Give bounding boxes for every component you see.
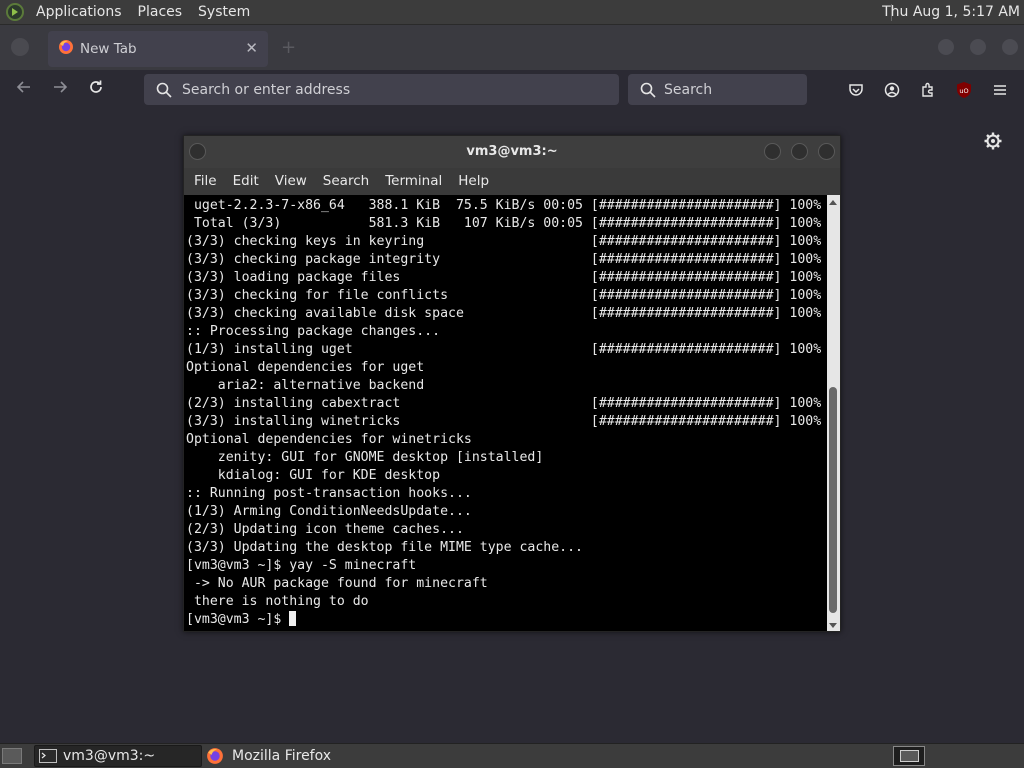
reload-icon[interactable]: [85, 79, 107, 101]
menu-search[interactable]: Search: [313, 173, 369, 189]
close-tab-icon[interactable]: ✕: [245, 39, 258, 57]
menu-edit[interactable]: Edit: [223, 173, 259, 189]
taskbar-item-firefox[interactable]: Mozilla Firefox: [204, 745, 384, 767]
terminal-line: Total (3/3) 581.3 KiB 107 KiB/s 00:05 [#…: [193, 216, 822, 231]
customize-new-tab-gear-icon[interactable]: [983, 131, 1003, 151]
terminal-icon: [39, 749, 57, 763]
address-placeholder: Search or enter address: [182, 81, 351, 98]
close-icon[interactable]: [818, 143, 835, 160]
search-icon: [640, 82, 656, 98]
terminal-line: -> No AUR package found for minecraft: [193, 576, 488, 591]
terminal-line: Optional dependencies for uget: [186, 360, 425, 375]
mate-logo-icon[interactable]: [6, 3, 24, 21]
scroll-up-arrow-icon[interactable]: [829, 200, 837, 205]
output-lines: uget-2.2.3-7-x86_64 388.1 KiB 75.5 KiB/s…: [186, 198, 821, 609]
menu-file[interactable]: File: [184, 173, 217, 189]
taskbar-item-terminal[interactable]: vm3@vm3:~: [34, 745, 202, 767]
terminal-line: :: Processing package changes...: [186, 324, 441, 339]
terminal-line: (1/3) Arming ConditionNeedsUpdate...: [186, 504, 472, 519]
show-desktop-icon[interactable]: [2, 748, 22, 764]
terminal-line: :: Running post-transaction hooks...: [186, 486, 472, 501]
menu-terminal[interactable]: Terminal: [375, 173, 442, 189]
terminal-line: (3/3) checking available disk space [###…: [186, 306, 822, 321]
terminal-line: (3/3) loading package files [###########…: [186, 270, 822, 285]
browser-tab-strip: New Tab ✕ +: [0, 25, 1024, 70]
hamburger-menu-icon[interactable]: [990, 80, 1010, 100]
svg-text:uO: uO: [959, 87, 968, 95]
terminal-line: Optional dependencies for winetricks: [186, 432, 472, 447]
extensions-icon[interactable]: [918, 80, 938, 100]
terminal-window[interactable]: vm3@vm3:~ File Edit View Search Terminal…: [183, 135, 841, 632]
panel-menu: Applications Places System: [0, 0, 258, 25]
scroll-down-arrow-icon[interactable]: [829, 623, 837, 628]
terminal-line: kdialog: GUI for KDE desktop: [217, 468, 441, 483]
search-icon: [156, 82, 172, 98]
forward-icon[interactable]: [49, 79, 71, 101]
window-menu-icon[interactable]: [189, 143, 206, 160]
tab-list-icon[interactable]: [11, 38, 29, 56]
workspace-1[interactable]: [900, 750, 919, 762]
scroll-thumb[interactable]: [829, 387, 837, 613]
system-menu[interactable]: System: [190, 4, 258, 20]
terminal-line: (2/3) installing cabextract [###########…: [186, 396, 822, 411]
search-placeholder: Search: [664, 81, 713, 98]
firefox-icon: [207, 748, 223, 764]
terminal-line: (3/3) checking for file conflicts [#####…: [186, 288, 822, 303]
terminal-line: (3/3) Updating the desktop file MIME typ…: [186, 540, 583, 555]
menu-view[interactable]: View: [265, 173, 307, 189]
minimize-icon[interactable]: [764, 143, 781, 160]
terminal-output[interactable]: uget-2.2.3-7-x86_64 388.1 KiB 75.5 KiB/s…: [184, 195, 827, 631]
terminal-titlebar[interactable]: vm3@vm3:~: [184, 136, 840, 168]
firefox-tab-icon: [58, 39, 74, 59]
tab-title: New Tab: [80, 41, 137, 57]
terminal-line: aria2: alternative backend: [217, 378, 425, 393]
terminal-line: (3/3) installing winetricks [###########…: [186, 414, 822, 429]
terminal-line: (1/3) installing uget [#################…: [186, 342, 822, 357]
maximize-icon[interactable]: [791, 143, 808, 160]
pocket-icon[interactable]: [846, 80, 866, 100]
terminal-line: uget-2.2.3-7-x86_64 388.1 KiB 75.5 KiB/s…: [193, 198, 822, 213]
terminal-line: (3/3) checking package integrity [######…: [186, 252, 822, 267]
terminal-title: vm3@vm3:~: [466, 144, 558, 159]
places-menu[interactable]: Places: [130, 4, 191, 20]
ublock-origin-icon[interactable]: uO: [954, 80, 974, 100]
tab-new-tab[interactable]: New Tab ✕: [48, 31, 268, 67]
top-panel: Applications Places System Thu Aug 1, 5:…: [0, 0, 1024, 25]
maximize-window-icon[interactable]: [969, 38, 987, 56]
taskbar-label: Mozilla Firefox: [232, 748, 332, 764]
terminal-line: zenity: GUI for GNOME desktop [installed…: [217, 450, 544, 465]
minimize-window-icon[interactable]: [937, 38, 955, 56]
menu-help[interactable]: Help: [448, 173, 489, 189]
close-window-icon[interactable]: [1001, 38, 1019, 56]
taskbar-label: vm3@vm3:~: [63, 748, 156, 764]
terminal-line: (3/3) checking keys in keyring [########…: [186, 234, 822, 249]
terminal-scrollbar[interactable]: [827, 195, 840, 631]
address-bar[interactable]: Search or enter address: [144, 74, 619, 105]
clock[interactable]: Thu Aug 1, 5:17 AM: [882, 4, 1020, 20]
bottom-taskbar: vm3@vm3:~ Mozilla Firefox: [0, 743, 1024, 768]
terminal-line: (2/3) Updating icon theme caches...: [186, 522, 464, 537]
new-tab-icon[interactable]: +: [281, 37, 296, 58]
terminal-text: uget-2.2.3-7-x86_64 388.1 KiB 75.5 KiB/s…: [184, 195, 827, 629]
terminal-line: there is nothing to do: [193, 594, 369, 609]
text-cursor: [289, 611, 297, 626]
account-icon[interactable]: [882, 80, 902, 100]
back-icon[interactable]: [13, 79, 35, 101]
search-bar[interactable]: Search: [628, 74, 807, 105]
prompt: [vm3@vm3 ~]$: [186, 612, 290, 627]
workspace-switcher[interactable]: [893, 746, 925, 766]
browser-nav-bar: Search or enter address Search uO: [0, 70, 1024, 110]
terminal-line: [vm3@vm3 ~]$ yay -S minecraft: [186, 558, 417, 573]
applications-menu[interactable]: Applications: [28, 4, 130, 20]
terminal-menubar: File Edit View Search Terminal Help: [184, 168, 840, 194]
